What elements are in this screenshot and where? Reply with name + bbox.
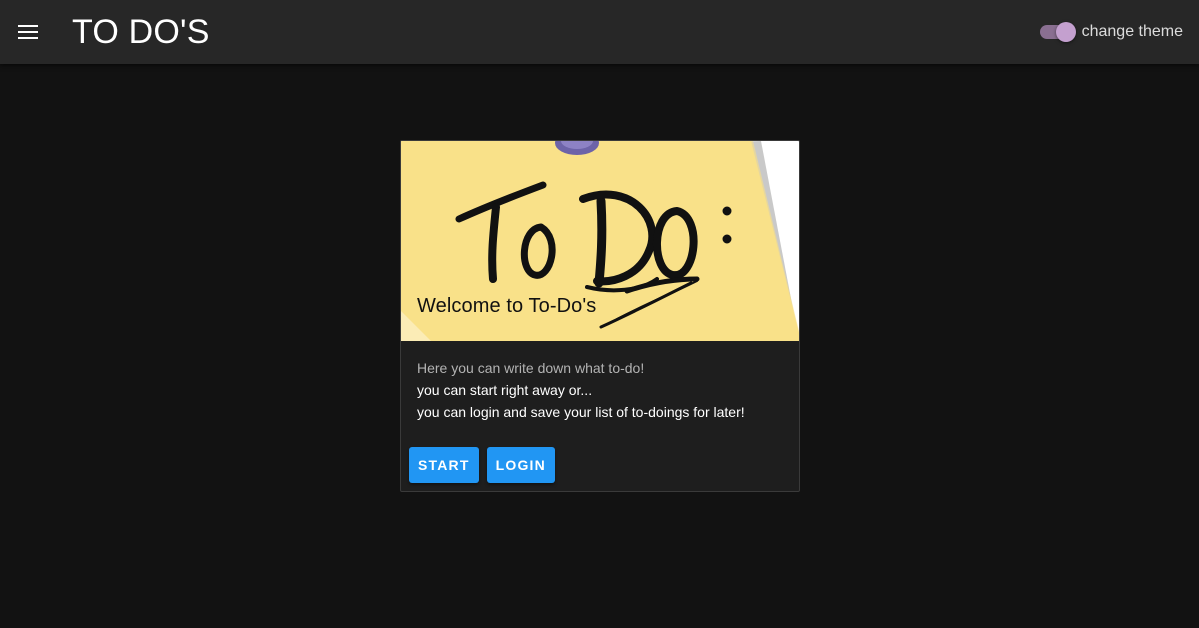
- hamburger-menu-icon: [18, 25, 38, 39]
- card-text: Here you can write down what to-do! you …: [401, 341, 799, 423]
- theme-toggle-label[interactable]: change theme: [1082, 20, 1183, 44]
- menu-button[interactable]: [12, 16, 44, 48]
- card-actions: START LOGIN: [409, 447, 555, 483]
- card-title: Welcome to To-Do's: [417, 295, 597, 317]
- app-bar: TO DO'S change theme: [0, 0, 1199, 64]
- theme-toggle[interactable]: change theme: [1038, 20, 1183, 44]
- start-button[interactable]: START: [409, 447, 479, 483]
- theme-switch[interactable]: [1038, 20, 1076, 44]
- card-text-line-1: Here you can write down what to-do!: [417, 360, 645, 376]
- card-text-line-3: you can login and save your list of to-d…: [417, 404, 745, 420]
- app-title: TO DO'S: [72, 13, 210, 51]
- card-text-line-2: you can start right away or...: [417, 382, 593, 398]
- card-media: Welcome to To-Do's: [401, 141, 799, 341]
- welcome-card: Welcome to To-Do's Here you can write do…: [400, 140, 800, 492]
- switch-thumb[interactable]: [1055, 22, 1076, 42]
- login-button[interactable]: LOGIN: [486, 447, 555, 483]
